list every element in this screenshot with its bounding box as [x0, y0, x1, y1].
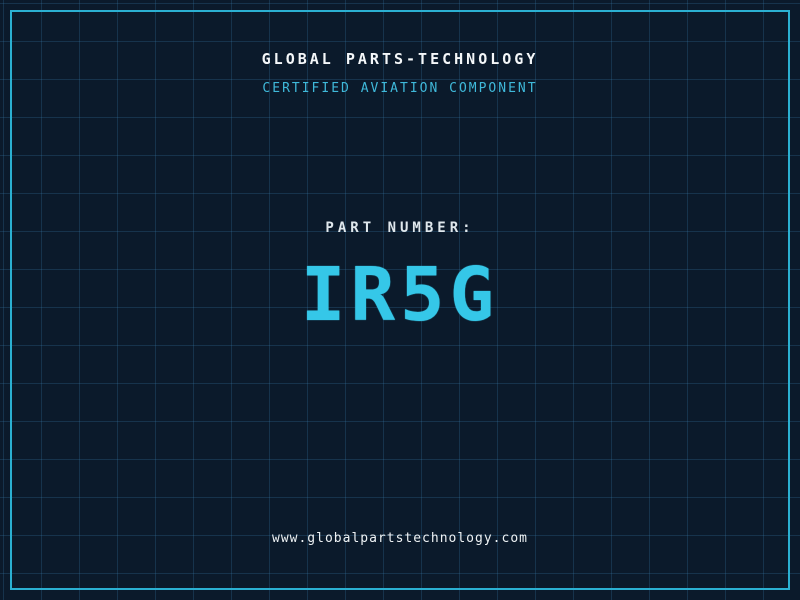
- part-number-label: PART NUMBER:: [0, 220, 800, 236]
- company-subtitle: CERTIFIED AVIATION COMPONENT: [0, 81, 800, 96]
- company-title: GLOBAL PARTS-TECHNOLOGY: [0, 50, 800, 68]
- label-canvas: GLOBAL PARTS-TECHNOLOGY CERTIFIED AVIATI…: [0, 0, 800, 600]
- website-url: www.globalpartstechnology.com: [0, 531, 800, 546]
- part-number-value: IR5G: [0, 258, 800, 332]
